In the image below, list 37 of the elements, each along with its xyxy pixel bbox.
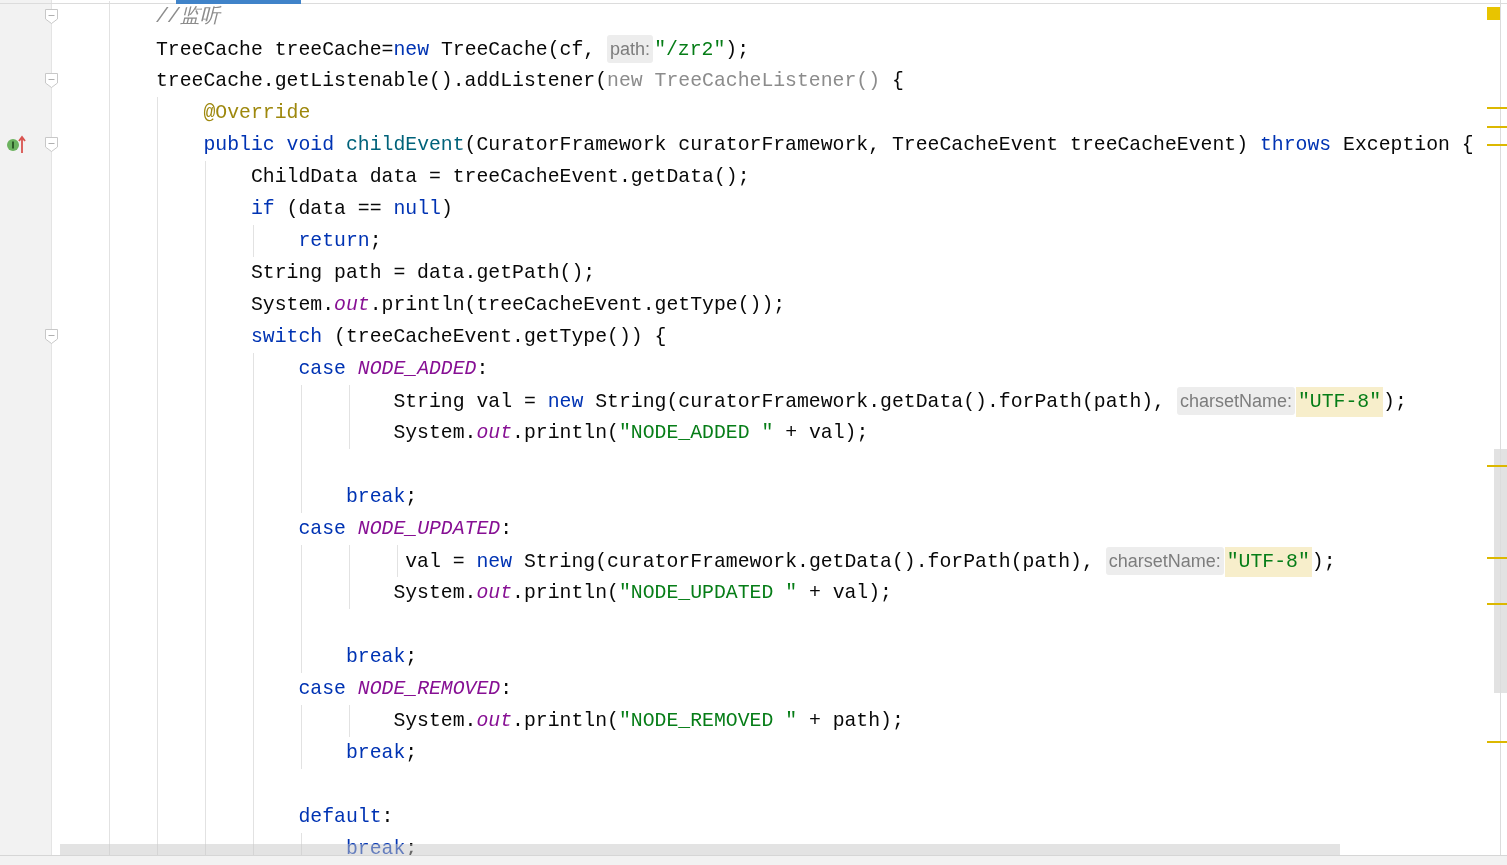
code-line: case NODE_REMOVED: bbox=[297, 677, 513, 702]
warning-stripe-mark[interactable] bbox=[1487, 465, 1507, 467]
code-line: default: bbox=[297, 805, 394, 830]
code-line: switch (treeCacheEvent.getType()) { bbox=[249, 325, 667, 350]
code-line: treeCache.getListenable().addListener(new TreeCacheListener() { bbox=[154, 69, 904, 94]
warning-stripe-mark[interactable] bbox=[1487, 126, 1507, 128]
code-line: break; bbox=[344, 645, 418, 670]
code-line: break; bbox=[344, 741, 418, 766]
implements-method-icon[interactable] bbox=[6, 134, 28, 154]
vertical-scrollbar[interactable] bbox=[1494, 449, 1507, 693]
code-line: TreeCache treeCache=new TreeCache(cf, path: "/zr2"); bbox=[61, 33, 750, 65]
code-line: String val = new String(curatorFramework.getData().forPath(path), charsetName: "UTF-8"); bbox=[61, 385, 1407, 417]
code-line: case NODE_ADDED: bbox=[297, 357, 489, 382]
code-line: public void childEvent(CuratorFramework curatorFramework, TreeCacheEvent treeCacheEvent) throws Exception { bbox=[202, 133, 1474, 158]
fold-icon[interactable] bbox=[45, 137, 58, 152]
code-line: case NODE_UPDATED: bbox=[297, 517, 513, 542]
warning-stripe-mark[interactable] bbox=[1487, 741, 1507, 743]
fold-icon[interactable] bbox=[45, 329, 58, 344]
warning-stripe-mark[interactable] bbox=[1487, 557, 1507, 559]
code-line: if (data == null) bbox=[249, 197, 453, 222]
fold-icon[interactable] bbox=[45, 73, 58, 88]
code-line: //监听 bbox=[154, 5, 220, 30]
code-line: val = new String(curatorFramework.getData().forPath(path), charsetName: "UTF-8"); bbox=[61, 545, 1336, 577]
code-line: ChildData data = treeCacheEvent.getData(); bbox=[249, 165, 750, 190]
warning-indicator-icon[interactable] bbox=[1487, 7, 1500, 20]
code-line: String path = data.getPath(); bbox=[249, 261, 596, 286]
warning-stripe-mark[interactable] bbox=[1487, 107, 1507, 109]
code-line: System.out.println("NODE_ADDED " + val); bbox=[392, 421, 869, 446]
code-line: break; bbox=[344, 485, 418, 510]
code-line: System.out.println("NODE_UPDATED " + val); bbox=[392, 581, 892, 606]
code-line: return; bbox=[297, 229, 382, 254]
code-line: @Override bbox=[202, 101, 311, 126]
warning-stripe-mark[interactable] bbox=[1487, 144, 1507, 146]
code-line: System.out.println(treeCacheEvent.getType()); bbox=[249, 293, 786, 318]
warning-stripe-mark[interactable] bbox=[1487, 603, 1507, 605]
fold-icon[interactable] bbox=[45, 9, 58, 24]
code-line: System.out.println("NODE_REMOVED " + path); bbox=[392, 709, 904, 734]
